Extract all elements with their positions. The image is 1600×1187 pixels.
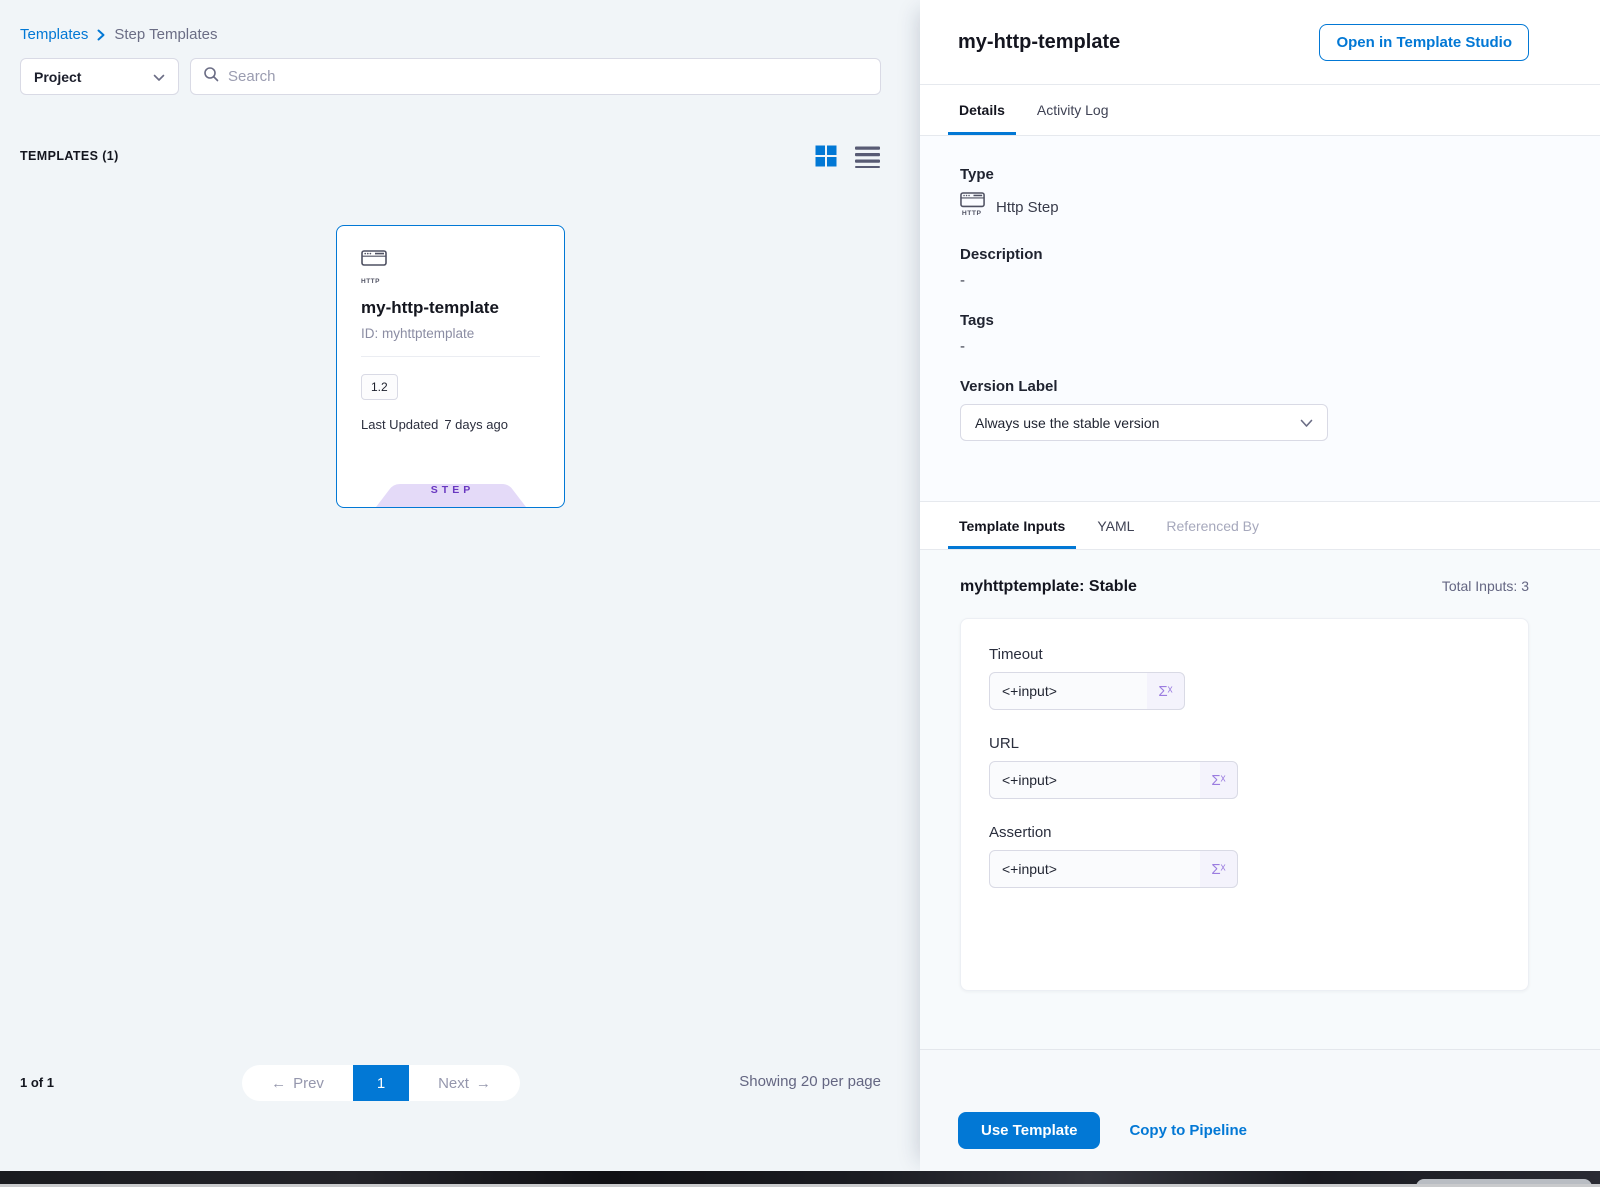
- arrow-left-icon: ←: [271, 1075, 286, 1092]
- tab-details[interactable]: Details: [948, 85, 1016, 135]
- http-icon-caption: HTTP: [361, 278, 540, 285]
- tags-value: -: [960, 338, 1529, 355]
- template-card[interactable]: HTTP my-http-template ID: myhttptemplate…: [336, 225, 565, 508]
- timeout-input[interactable]: <+input> Σˣ: [989, 672, 1185, 710]
- prev-label: Prev: [293, 1075, 324, 1092]
- templates-page: Templates Step Templates Project TEMPLAT: [0, 0, 1600, 1187]
- chevron-right-icon: [96, 29, 106, 41]
- next-page-button[interactable]: Next →: [409, 1065, 520, 1101]
- breadcrumb: Templates Step Templates: [20, 26, 218, 43]
- copy-to-pipeline-link[interactable]: Copy to Pipeline: [1129, 1122, 1247, 1139]
- per-page-label: Showing 20 per page: [739, 1073, 881, 1090]
- search-box: [190, 58, 881, 95]
- list-header: TEMPLATES (1): [20, 144, 881, 168]
- details-tabs: Details Activity Log: [920, 85, 1600, 136]
- http-step-icon: HTTP: [960, 192, 986, 222]
- prev-page-button[interactable]: ← Prev: [242, 1065, 353, 1101]
- arrow-right-icon: →: [476, 1075, 491, 1092]
- assertion-value: <+input>: [990, 861, 1200, 877]
- details-section: Type HTTP Http Step Description - Tags -…: [920, 136, 1600, 502]
- url-input[interactable]: <+input> Σˣ: [989, 761, 1238, 799]
- chevron-down-icon: [153, 69, 165, 85]
- url-label: URL: [989, 735, 1500, 752]
- version-select-value: Always use the stable version: [975, 415, 1159, 431]
- tab-referenced-by[interactable]: Referenced By: [1155, 502, 1270, 549]
- http-step-icon: HTTP: [361, 250, 540, 285]
- total-inputs-label: Total Inputs: 3: [1442, 578, 1529, 594]
- pagination: ← Prev 1 Next →: [242, 1065, 520, 1101]
- breadcrumb-templates-link[interactable]: Templates: [20, 26, 88, 43]
- template-inputs-section: myhttptemplate: Stable Total Inputs: 3 T…: [920, 550, 1600, 1050]
- desktop-strip: [0, 1171, 1600, 1184]
- expression-sigma-icon[interactable]: Σˣ: [1147, 673, 1184, 709]
- template-card-id: ID: myhttptemplate: [361, 326, 540, 341]
- view-toggles: [814, 144, 881, 168]
- timeout-value: <+input>: [990, 683, 1147, 699]
- template-details-drawer: my-http-template Open in Template Studio…: [920, 0, 1600, 1171]
- drawer-title: my-http-template: [958, 31, 1120, 54]
- scope-dropdown-value: Project: [34, 69, 81, 85]
- inputs-header-row: myhttptemplate: Stable Total Inputs: 3: [960, 578, 1529, 596]
- drawer-header: my-http-template Open in Template Studio: [920, 0, 1600, 85]
- tab-yaml[interactable]: YAML: [1086, 502, 1145, 549]
- use-template-button[interactable]: Use Template: [958, 1112, 1100, 1149]
- list-toolbar: Project: [20, 58, 881, 95]
- inputs-title: myhttptemplate: Stable: [960, 578, 1137, 596]
- inputs-tabs: Template Inputs YAML Referenced By: [920, 502, 1600, 550]
- template-card-title: my-http-template: [361, 298, 540, 318]
- last-updated-label: Last Updated: [361, 417, 438, 432]
- next-label: Next: [438, 1075, 469, 1092]
- version-label: Version Label: [960, 378, 1529, 395]
- assertion-input[interactable]: <+input> Σˣ: [989, 850, 1238, 888]
- last-updated-value: 7 days ago: [444, 417, 508, 432]
- templates-count-heading: TEMPLATES (1): [20, 149, 119, 163]
- page-1-button[interactable]: 1: [353, 1065, 409, 1101]
- templates-list-panel: Templates Step Templates Project TEMPLAT: [0, 0, 920, 1171]
- open-template-studio-button[interactable]: Open in Template Studio: [1319, 24, 1529, 61]
- svg-text:HTTP: HTTP: [962, 210, 982, 217]
- description-label: Description: [960, 246, 1529, 263]
- chevron-down-icon: [1300, 415, 1313, 431]
- url-value: <+input>: [990, 772, 1200, 788]
- search-input[interactable]: [228, 68, 868, 85]
- scope-dropdown[interactable]: Project: [20, 58, 179, 95]
- tab-template-inputs[interactable]: Template Inputs: [948, 502, 1076, 549]
- description-value: -: [960, 272, 1529, 289]
- tags-label: Tags: [960, 312, 1529, 329]
- last-updated-row: Last Updated 7 days ago: [361, 417, 540, 432]
- expression-sigma-icon[interactable]: Σˣ: [1200, 762, 1237, 798]
- version-select[interactable]: Always use the stable version: [960, 404, 1328, 441]
- timeout-label: Timeout: [989, 646, 1500, 663]
- type-value-row: HTTP Http Step: [960, 192, 1529, 222]
- timeout-field: Timeout <+input> Σˣ: [989, 646, 1500, 710]
- card-divider: [361, 356, 540, 357]
- assertion-label: Assertion: [989, 824, 1500, 841]
- version-chip: 1.2: [361, 374, 398, 400]
- list-view-icon[interactable]: [854, 144, 881, 168]
- assertion-field: Assertion <+input> Σˣ: [989, 824, 1500, 888]
- page-range-label: 1 of 1: [20, 1075, 54, 1090]
- tab-activity-log[interactable]: Activity Log: [1026, 85, 1120, 135]
- drawer-footer: Use Template Copy to Pipeline: [920, 1050, 1600, 1171]
- breadcrumb-current: Step Templates: [114, 26, 217, 43]
- search-icon: [203, 66, 219, 87]
- type-label: Type: [960, 166, 1529, 183]
- inputs-card: Timeout <+input> Σˣ URL <+input> Σˣ Asse…: [960, 618, 1529, 991]
- grid-view-icon[interactable]: [814, 144, 838, 168]
- expression-sigma-icon[interactable]: Σˣ: [1200, 851, 1237, 887]
- type-value: Http Step: [996, 199, 1059, 216]
- url-field: URL <+input> Σˣ: [989, 735, 1500, 799]
- step-type-badge: STEP: [376, 484, 526, 507]
